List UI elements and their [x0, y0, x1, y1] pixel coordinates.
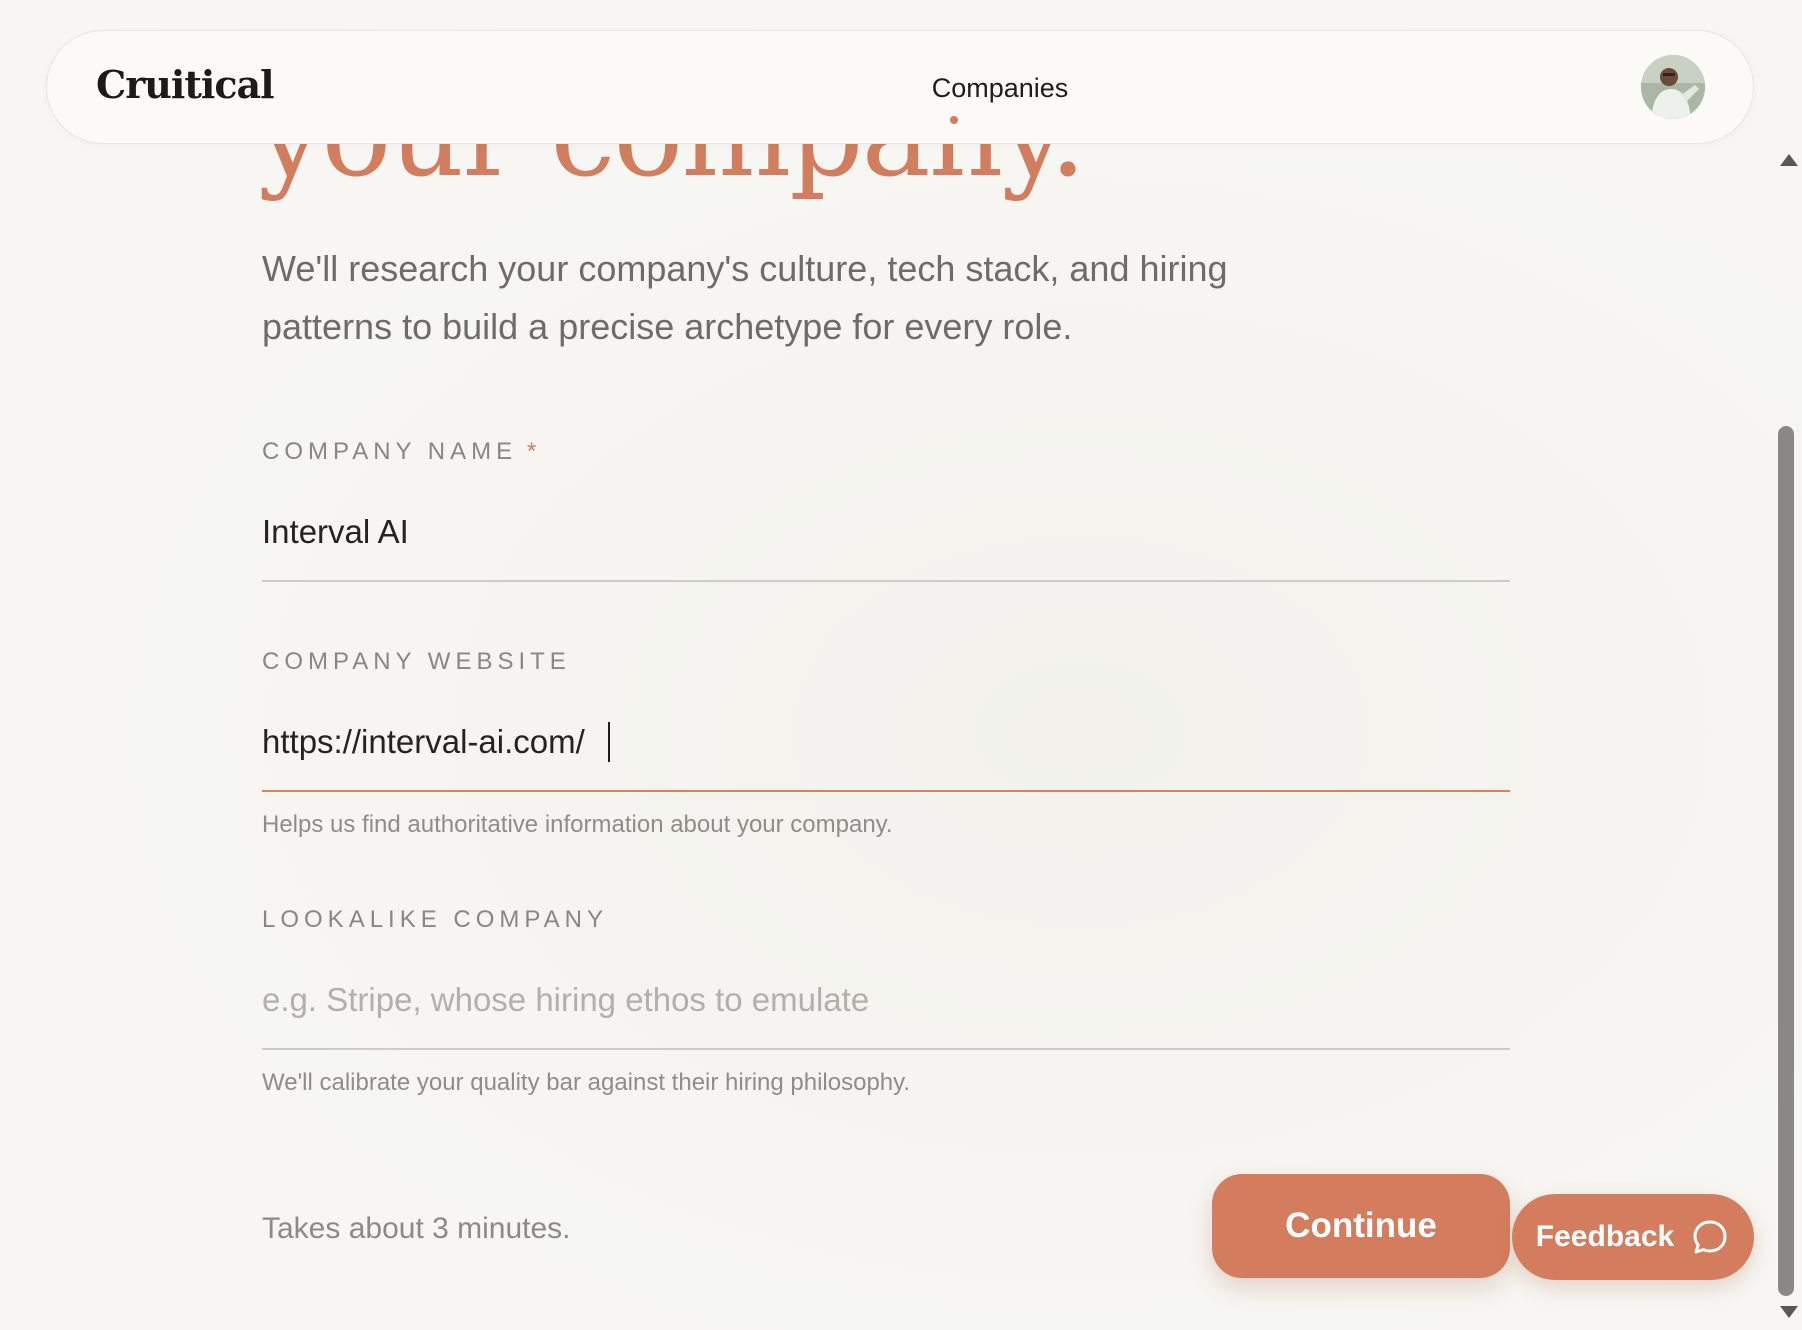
- company-name-underline: [262, 580, 1510, 582]
- scroll-down-arrow-icon[interactable]: [1780, 1306, 1798, 1318]
- feedback-label: Feedback: [1535, 1220, 1675, 1253]
- user-avatar-photo-icon: [1641, 55, 1705, 119]
- scroll-up-arrow-icon[interactable]: [1780, 154, 1798, 166]
- feedback-button[interactable]: Feedback: [1512, 1194, 1754, 1280]
- time-estimate: Takes about 3 minutes.: [262, 1212, 571, 1245]
- lookalike-company-helper: We'll calibrate your quality bar against…: [262, 1069, 911, 1096]
- company-website-input[interactable]: [262, 715, 1510, 769]
- company-website-helper: Helps us find authoritative information …: [262, 811, 893, 838]
- vertical-scrollbar[interactable]: [1772, 148, 1802, 1330]
- company-website-label: COMPANY WEBSITE: [262, 648, 571, 675]
- lookalike-company-label: LOOKALIKE COMPANY: [262, 906, 608, 933]
- lookalike-company-input[interactable]: [262, 973, 1510, 1027]
- lookalike-company-underline: [262, 1048, 1510, 1050]
- active-nav-indicator: [950, 116, 958, 124]
- text-cursor: [608, 722, 610, 762]
- brand-logo[interactable]: Cruitical: [96, 63, 275, 107]
- company-name-label: COMPANY NAME *: [262, 438, 541, 466]
- scrollbar-thumb[interactable]: [1778, 426, 1794, 1296]
- user-avatar[interactable]: [1641, 55, 1705, 119]
- top-navbar: Cruitical Companies: [46, 30, 1754, 144]
- company-name-label-text: COMPANY NAME: [262, 438, 518, 465]
- company-website-underline: [262, 790, 1510, 792]
- required-marker: *: [526, 438, 542, 465]
- chat-bubble-icon: [1690, 1217, 1730, 1257]
- hero-subtitle: We'll research your company's culture, t…: [262, 248, 1228, 347]
- continue-button[interactable]: Continue: [1212, 1174, 1510, 1278]
- nav-item-companies[interactable]: Companies: [850, 71, 1150, 106]
- company-name-input[interactable]: [262, 505, 1510, 559]
